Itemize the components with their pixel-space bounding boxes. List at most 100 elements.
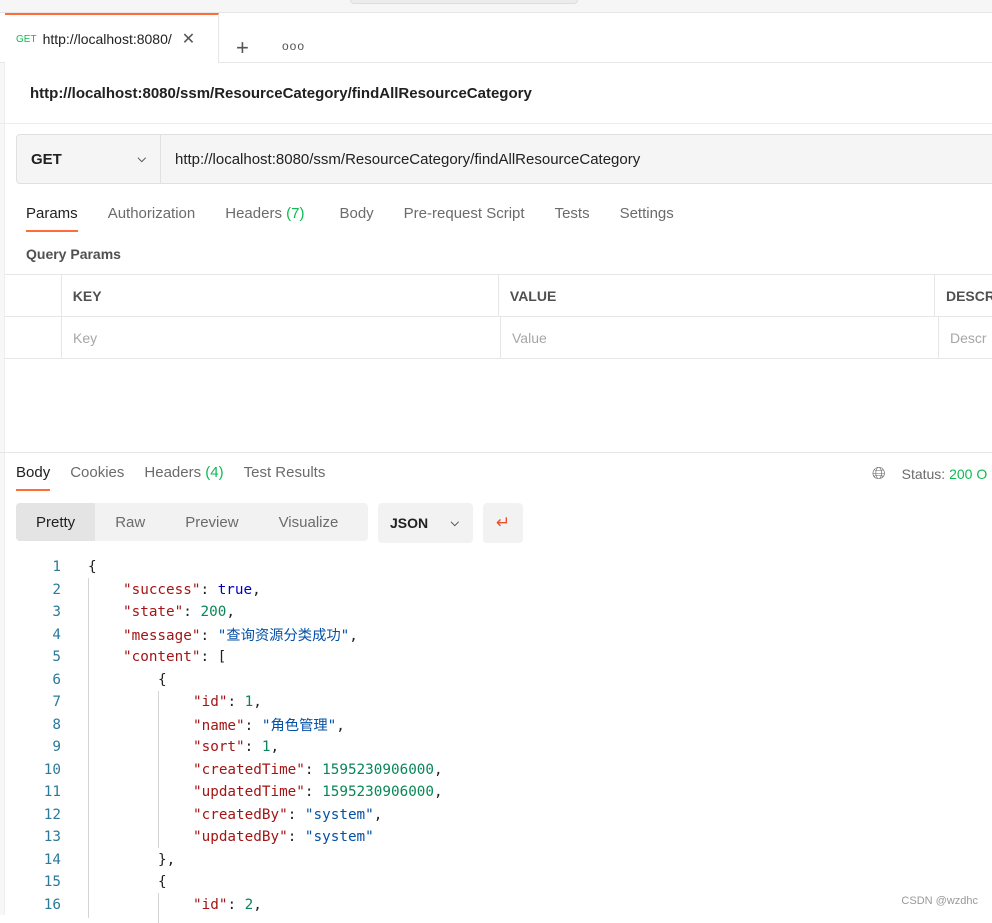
view-mode-selector: Pretty Raw Preview Visualize	[16, 503, 368, 541]
line-number: 7	[52, 694, 61, 711]
key-input[interactable]: Key	[62, 317, 501, 358]
url-input[interactable]: http://localhost:8080/ssm/ResourceCatego…	[161, 151, 640, 168]
code-token: ,	[226, 604, 235, 621]
code-token: ,	[373, 806, 383, 823]
code-line: 7 "id": 1,	[0, 691, 992, 714]
code-token: 1595230906000	[322, 784, 435, 801]
code-token: "角色管理"	[261, 718, 337, 735]
view-preview[interactable]: Preview	[165, 503, 258, 541]
response-body-code: 1{2 "success": true, 3 "state": 200, 4 "messa…	[0, 556, 992, 923]
code-text: },	[158, 852, 175, 868]
code-token: 200	[200, 604, 227, 621]
code-text: "success": true,	[123, 582, 261, 598]
code-token: 1	[244, 694, 254, 711]
table-header: KEY VALUE DESCR	[5, 275, 992, 317]
window-top-bar	[0, 0, 992, 13]
code-token: "sort"	[193, 739, 245, 756]
code-token: "message"	[123, 628, 201, 645]
code-text: {	[88, 559, 97, 575]
tab-headers-label: Headers	[225, 205, 282, 222]
line-number: 13	[43, 829, 61, 846]
method-select[interactable]: GET ⌵	[17, 135, 161, 183]
tab-cookies[interactable]: Cookies	[70, 464, 124, 481]
tab-headers[interactable]: Headers (7)	[225, 205, 304, 222]
code-token: "查询资源分类成功"	[217, 628, 350, 645]
row-checkbox[interactable]	[5, 317, 62, 358]
code-line: 9 "sort": 1,	[0, 736, 992, 759]
request-title[interactable]: http://localhost:8080/ssm/ResourceCatego…	[30, 85, 532, 102]
code-token: {	[158, 671, 167, 688]
tab-test-results[interactable]: Test Results	[244, 464, 326, 481]
code-line: 12 "createdBy": "system",	[0, 804, 992, 827]
divider	[0, 452, 992, 453]
tab-response-body[interactable]: Body	[16, 464, 51, 491]
code-text: "id": 2,	[193, 897, 262, 913]
tab-response-headers[interactable]: Headers (4)	[144, 464, 223, 481]
tab-pre-request-script[interactable]: Pre-request Script	[404, 205, 525, 222]
view-visualize[interactable]: Visualize	[259, 503, 359, 541]
line-number: 1	[52, 559, 61, 576]
code-text: "createdBy": "system",	[193, 807, 382, 823]
close-icon[interactable]: ✕	[182, 29, 195, 49]
tab-settings[interactable]: Settings	[620, 205, 674, 222]
tab-method: GET	[16, 33, 37, 45]
chevron-down-icon: ⌵	[137, 152, 146, 165]
line-number: 3	[52, 604, 61, 621]
status-label: Status:	[901, 466, 946, 482]
code-token: :	[227, 694, 245, 711]
code-text: {	[158, 672, 167, 688]
tab-authorization[interactable]: Authorization	[108, 205, 196, 222]
url-bar: GET ⌵ http://localhost:8080/ssm/ResourceC…	[16, 134, 992, 184]
divider	[0, 123, 992, 124]
code-text: "message": "查询资源分类成功",	[123, 624, 358, 645]
search-bar[interactable]	[350, 0, 578, 4]
tab-body[interactable]: Body	[339, 205, 373, 222]
indent-guide	[158, 893, 159, 923]
code-line: 10 "createdTime": 1595230906000,	[0, 759, 992, 782]
code-token: ,	[252, 581, 261, 598]
line-number: 11	[43, 784, 61, 801]
code-token: "system"	[304, 806, 374, 823]
wrap-lines-icon[interactable]: ↵	[483, 503, 523, 543]
code-text: "state": 200,	[123, 604, 235, 620]
code-token: ,	[270, 739, 280, 756]
code-token: true	[217, 581, 253, 598]
code-token: :	[200, 628, 218, 645]
value-input[interactable]: Value	[501, 317, 939, 358]
watermark: CSDN @wzdhc	[901, 895, 978, 907]
code-text: "name": "角色管理",	[193, 714, 345, 735]
more-icon[interactable]: ooo	[282, 39, 305, 53]
header-description: DESCR	[945, 287, 992, 304]
new-tab-button[interactable]: +	[236, 37, 249, 59]
line-number: 12	[43, 806, 61, 823]
table-row: Key Value Descr	[5, 317, 992, 359]
status-value: 200 O	[949, 466, 988, 482]
code-line: 14},	[0, 849, 992, 872]
line-number: 16	[43, 896, 61, 913]
globe-icon[interactable]: 🌐︎	[872, 464, 886, 484]
code-token: "createdTime"	[193, 761, 305, 778]
tab-label: http://localhost:8080/	[42, 31, 172, 47]
chevron-down-icon: ⌵	[450, 516, 459, 529]
code-token: "createdBy"	[193, 806, 288, 823]
line-number: 15	[43, 874, 61, 891]
view-raw[interactable]: Raw	[95, 503, 165, 541]
code-token: "id"	[193, 694, 228, 711]
code-token: ,	[253, 694, 262, 711]
line-number: 10	[43, 761, 61, 778]
code-line: 5 "content": [	[0, 646, 992, 669]
code-line: 1{	[0, 556, 992, 579]
code-text: "updatedTime": 1595230906000,	[193, 784, 443, 800]
view-pretty[interactable]: Pretty	[16, 503, 96, 541]
tab-tests[interactable]: Tests	[555, 205, 590, 222]
request-tab[interactable]: GET http://localhost:8080/ ✕	[5, 13, 219, 63]
format-label: JSON	[390, 515, 429, 531]
response-status: 🌐︎ Status: 200 O	[872, 464, 987, 484]
method-label: GET	[31, 150, 62, 168]
code-line: 16 "id": 2,	[0, 894, 992, 917]
tab-params[interactable]: Params	[26, 205, 78, 232]
description-input[interactable]: Descr	[939, 317, 987, 358]
line-number: 14	[43, 851, 61, 868]
tab-bar: GET http://localhost:8080/ ✕ + ooo	[0, 13, 992, 63]
format-select[interactable]: JSON ⌵	[378, 503, 473, 543]
